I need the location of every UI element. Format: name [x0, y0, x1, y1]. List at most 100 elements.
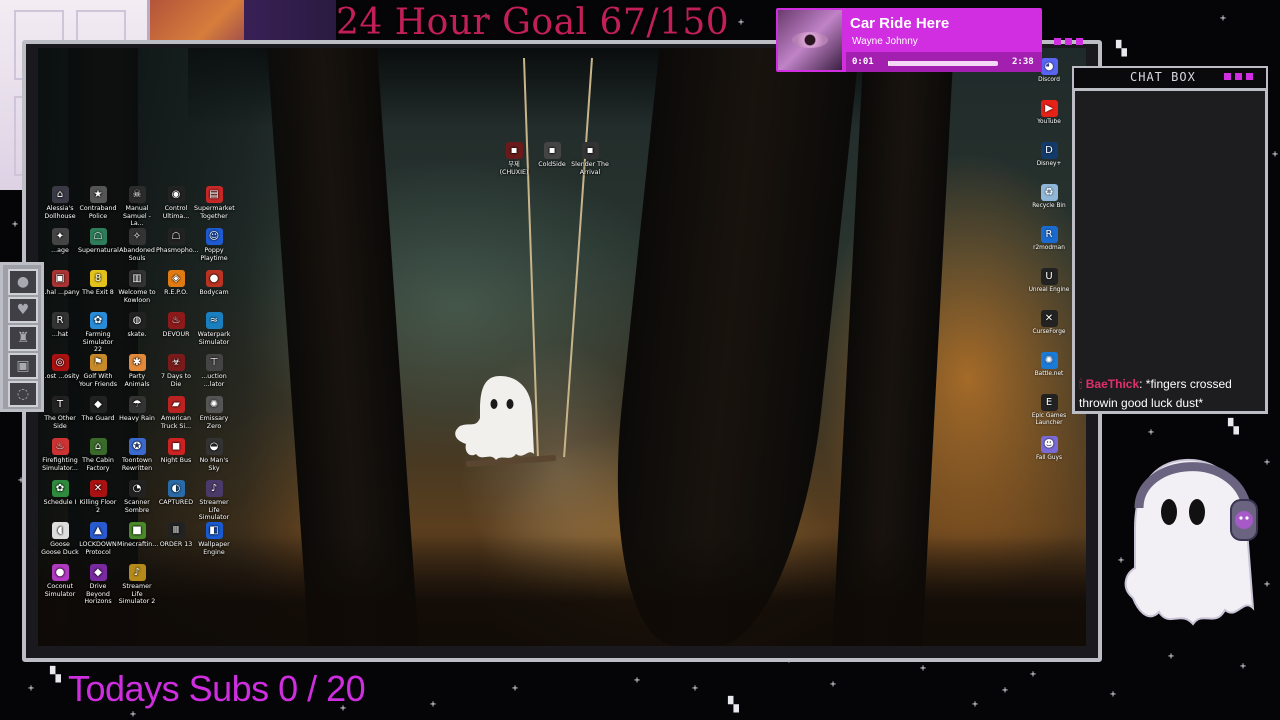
desktop-icon[interactable]: ⌂ Alessia's Dollhouse: [40, 186, 80, 220]
desktop-icon[interactable]: ▲ LOCKDOWN Protocol: [78, 522, 118, 556]
desktop-icon[interactable]: ◖ Goose Goose Duck: [40, 522, 80, 556]
desktop-icon[interactable]: ♪ Streamer Life Simulator 2: [117, 564, 157, 606]
toon-icon: ✪: [128, 438, 146, 455]
desktop-icon[interactable]: ♨ Firefighting Simulator...: [40, 438, 80, 472]
ghost-control-panel: ● ♥ ♜ ▣ ◌: [0, 262, 44, 412]
desktop-icon-label: Minecraftin...: [117, 541, 159, 548]
unreal-icon: U: [1040, 268, 1058, 285]
desktop-icon[interactable]: ✧ Abandoned Souls: [117, 228, 157, 262]
desktop-icon[interactable]: ◍ skate.: [117, 312, 157, 339]
desktop-icon[interactable]: ☂ Heavy Rain: [117, 396, 157, 423]
desktop-icon[interactable]: ▥ Welcome to Kowloon: [117, 270, 157, 304]
desktop-icon[interactable]: ◼ Night Bus: [156, 438, 196, 465]
crane-icon: ⊤: [205, 354, 223, 371]
desktop-icon-label: Fall Guys: [1035, 455, 1063, 461]
desktop-icon[interactable]: ■ Minecraftin...: [117, 522, 159, 549]
wave-icon: ≈: [205, 312, 223, 329]
epic-icon: E: [1040, 394, 1058, 411]
desktop-icon[interactable]: ✱ Party Animals: [117, 354, 157, 388]
desktop-icon[interactable]: ▤ Supermarket Together: [194, 186, 235, 220]
spinner-icon[interactable]: ◌: [8, 381, 38, 407]
recycle-icon: ♻: [1040, 184, 1058, 201]
ghost-button[interactable]: ●: [8, 269, 38, 295]
desktop-icon[interactable]: ⌂ The Cabin Factory: [78, 438, 118, 472]
desktop-icon[interactable]: ⊤ ...uction ...lator: [194, 354, 234, 388]
swing-ghost-icon: [455, 376, 534, 460]
desktop-icon-label: Bodycam: [199, 289, 229, 296]
desktop-icon-label: Battle.net: [1034, 371, 1064, 377]
desktop-icon[interactable]: 8 The Exit 8: [78, 270, 118, 297]
desktop-icon[interactable]: ◒ No Man's Sky: [194, 438, 234, 472]
desktop-icon[interactable]: ◎ ...ost ...osity: [40, 354, 80, 381]
desktop-icon[interactable]: ◉ Control Ultima...: [156, 186, 196, 220]
pixel-ghost-icon: ▚: [1228, 419, 1239, 435]
desktop-icon[interactable]: ✺ Emissary Zero: [194, 396, 234, 430]
desktop-icon-label: DEVOUR: [162, 331, 190, 338]
desktop-icon[interactable]: ◆ The Guard: [78, 396, 118, 423]
capture-icon: ◐: [167, 480, 185, 497]
desktop-icon[interactable]: ▪ 무제 (CHUXIE): [494, 142, 534, 176]
desktop-icon[interactable]: ◧ Wallpaper Engine: [194, 522, 234, 556]
desktop-icon[interactable]: ◔ Scanner Sombre: [117, 480, 157, 514]
desktop-icon[interactable]: ◈ R.E.P.O.: [156, 270, 196, 297]
desktop-icon-label: Drive Beyond Horizons: [84, 583, 112, 605]
desktop-icon[interactable]: ✦ ...age: [40, 228, 80, 255]
star-decoration: +: [1272, 149, 1279, 160]
desktop-icon[interactable]: ● Coconut Simulator: [40, 564, 80, 598]
desktop-icon[interactable]: ☠ Manual Samuel - La...: [117, 186, 157, 228]
desktop-icon[interactable]: ✕ Killing Floor 2: [78, 480, 118, 514]
desktop-icon[interactable]: Ⅲ ORDER 13: [156, 522, 196, 549]
cube-icon: ■: [128, 522, 146, 539]
desktop-icon[interactable]: ◆ Drive Beyond Horizons: [78, 564, 118, 606]
desktop-icon-label: ...ost ...osity: [40, 373, 80, 380]
soul-icon: ✧: [128, 228, 146, 245]
desktop-icon[interactable]: ✺ Battle.net: [1027, 352, 1071, 378]
zombie-icon: ☣: [167, 354, 185, 371]
desktop-icon[interactable]: ✿ Farming Simulator 22: [78, 312, 118, 354]
desktop-icon[interactable]: ★ Contraband Police: [78, 186, 118, 220]
desktop-icon[interactable]: ● Bodycam: [194, 270, 234, 297]
desktop-icon[interactable]: ☣ 7 Days to Die: [156, 354, 196, 388]
heart-icon[interactable]: ♥: [8, 297, 38, 323]
desktop-icon[interactable]: R ...hat: [40, 312, 80, 339]
desktop-icon[interactable]: ♨ DEVOUR: [156, 312, 196, 339]
chat-title: CHAT BOX: [1130, 70, 1196, 84]
desktop-icon[interactable]: ✿ Schedule I: [40, 480, 80, 507]
chat-message: 🕯 BaeThick: *fingers crossed throwin goo…: [1079, 377, 1232, 410]
desktop-icon[interactable]: ▣ ...hal ...pany: [40, 270, 80, 297]
trophy-icon[interactable]: ♜: [8, 325, 38, 351]
desktop-icon[interactable]: ≈ Waterpark Simulator: [194, 312, 234, 346]
desktop-icon[interactable]: ✪ Toontown Rewritten: [117, 438, 157, 472]
desktop-icon-label: R.E.P.O.: [164, 289, 188, 296]
desktop-icon[interactable]: ♻ Recycle Bin: [1027, 184, 1071, 210]
desktop-icon-label: Coconut Simulator: [44, 583, 76, 598]
desktop-icon[interactable]: ⚑ Golf With Your Friends: [78, 354, 118, 388]
desktop-icon[interactable]: ▪ Slender The Arrival: [570, 142, 610, 176]
desktop-icon-label: The Other Side: [44, 415, 76, 430]
desktop-icon-label: 7 Days to Die: [160, 373, 192, 388]
scan-icon: ◔: [128, 480, 146, 497]
desktop-icon[interactable]: ▪ ColdSide: [532, 142, 572, 169]
desktop-icon-label: LOCKDOWN Protocol: [79, 541, 117, 556]
desktop-icon[interactable]: ▶ YouTube: [1027, 100, 1071, 126]
desktop-icon[interactable]: ◐ CAPTURED: [156, 480, 196, 507]
desktop-icon[interactable]: Rr2modman: [1027, 226, 1071, 252]
desktop-icon[interactable]: T The Other Side: [40, 396, 80, 430]
desktop-icon[interactable]: ☖ Supernatural: [78, 228, 119, 255]
desktop-icon[interactable]: E Epic Games Launcher: [1027, 394, 1071, 427]
desktop-icon[interactable]: D Disney+: [1027, 142, 1071, 168]
desktop-icon[interactable]: ☖ Phasmopho...: [156, 228, 199, 255]
desktop-icon[interactable]: ☻ Fall Guys: [1027, 436, 1071, 462]
desktop-icon[interactable]: ▰ American Truck Si...: [156, 396, 196, 430]
desktop-icon[interactable]: ✕ CurseForge: [1027, 310, 1071, 336]
desktop-icon[interactable]: U Unreal Engine: [1027, 268, 1071, 294]
star-decoration: +: [1240, 661, 1247, 672]
desktop-icon-label: The Cabin Factory: [82, 457, 114, 472]
desktop-icon[interactable]: ☺ Poppy Playtime: [194, 228, 234, 262]
pixel-ghost-icon[interactable]: ▣: [8, 353, 38, 379]
box-icon: ▣: [51, 270, 69, 287]
chat-username: BaeThick: [1085, 377, 1140, 391]
cart-icon: ▤: [205, 186, 223, 203]
star-decoration: +: [738, 17, 745, 28]
desktop-icon[interactable]: ♪ Streamer Life Simulator: [194, 480, 234, 522]
